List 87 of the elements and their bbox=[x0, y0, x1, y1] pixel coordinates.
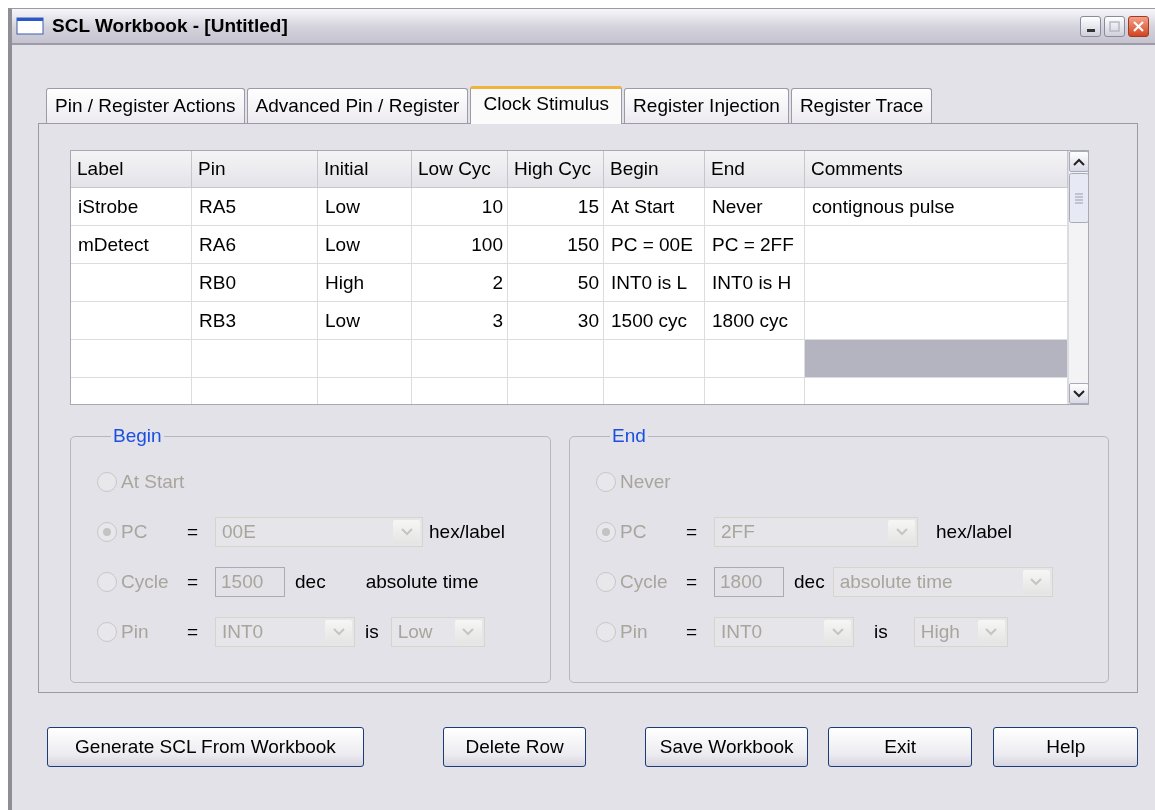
column-header[interactable]: Low Cyc bbox=[412, 151, 508, 188]
column-header[interactable]: Begin bbox=[604, 151, 705, 188]
unit-text: dec bbox=[295, 571, 326, 593]
option-label: Pin bbox=[620, 621, 649, 643]
table-cell: INT0 is L bbox=[604, 264, 705, 302]
equals-sign: = bbox=[187, 621, 200, 643]
table-cell: mDetect bbox=[71, 226, 192, 264]
table-cell: Low bbox=[318, 188, 412, 226]
chevron-icon bbox=[985, 628, 998, 636]
table-cell: At Start bbox=[604, 188, 705, 226]
action-button[interactable]: Delete Row bbox=[442, 727, 587, 767]
equals-sign: = bbox=[187, 571, 200, 593]
chevron-icon bbox=[1030, 578, 1043, 586]
column-header[interactable]: Comments bbox=[805, 151, 1068, 188]
table-cell: 2 bbox=[412, 264, 508, 302]
column-header[interactable]: High Cyc bbox=[508, 151, 604, 188]
window-title: SCL Workbook - [Untitled] bbox=[52, 15, 289, 37]
table-cell: 10 bbox=[412, 188, 508, 226]
column-header[interactable]: Pin bbox=[192, 151, 318, 188]
table-cell: Never bbox=[705, 188, 805, 226]
table-cell: INT0 is H bbox=[705, 264, 805, 302]
table-cell: 100 bbox=[412, 226, 508, 264]
column-header[interactable]: End bbox=[705, 151, 805, 188]
chevron-up-icon bbox=[1073, 157, 1085, 166]
close-icon bbox=[1133, 20, 1144, 32]
hex-label-text: hex/label bbox=[936, 521, 1013, 543]
table-cell: Low bbox=[318, 226, 412, 264]
option-label: At Start bbox=[121, 471, 185, 493]
is-text: is bbox=[365, 621, 379, 643]
tab[interactable]: Advanced Pin / Register bbox=[246, 88, 469, 123]
action-button[interactable]: Save Workbook bbox=[645, 727, 808, 767]
equals-sign: = bbox=[686, 571, 699, 593]
table-cell: PC = 2FF bbox=[705, 226, 805, 264]
table-cell: High bbox=[318, 264, 412, 302]
mode-text: absolute time bbox=[365, 571, 479, 593]
option-label: PC bbox=[121, 521, 149, 543]
column-header[interactable]: Label bbox=[71, 151, 192, 188]
unit-text: dec bbox=[794, 571, 825, 593]
option-label: Pin bbox=[121, 621, 150, 643]
action-button[interactable]: Generate SCL From Workbook bbox=[47, 727, 364, 767]
tab[interactable]: Pin / Register Actions bbox=[46, 88, 245, 123]
minimize-icon bbox=[1086, 28, 1095, 32]
action-button[interactable]: Exit bbox=[827, 727, 973, 767]
table-cell: RB3 bbox=[192, 302, 318, 340]
tab[interactable]: Register Injection bbox=[624, 88, 789, 123]
table-cell: RB0 bbox=[192, 264, 318, 302]
action-button[interactable]: Help bbox=[993, 727, 1138, 767]
equals-sign: = bbox=[187, 521, 200, 543]
tab[interactable]: Clock Stimulus bbox=[470, 86, 623, 124]
selected-cell[interactable] bbox=[805, 340, 1068, 378]
chevron-icon bbox=[895, 528, 908, 536]
chevron-icon bbox=[831, 628, 844, 636]
option-label: Cycle bbox=[121, 571, 170, 593]
maximize-icon bbox=[1109, 20, 1120, 32]
close-button[interactable] bbox=[1128, 15, 1149, 37]
option-label: Never bbox=[620, 471, 671, 493]
option-label: PC bbox=[620, 521, 648, 543]
table-cell: iStrobe bbox=[71, 188, 192, 226]
scroll-down-button[interactable] bbox=[1069, 383, 1088, 404]
table-cell: 50 bbox=[508, 264, 604, 302]
table-cell: 1500 cyc bbox=[604, 302, 705, 340]
column-header[interactable]: Initial bbox=[318, 151, 412, 188]
table-cell: 3 bbox=[412, 302, 508, 340]
chevron-down-icon bbox=[1073, 389, 1085, 398]
table-cell: Low bbox=[318, 302, 412, 340]
table-cell: RA6 bbox=[192, 226, 318, 264]
scroll-up-button[interactable] bbox=[1069, 151, 1088, 172]
equals-sign: = bbox=[686, 521, 699, 543]
is-text: is bbox=[874, 621, 888, 643]
group-title: Begin bbox=[112, 425, 163, 447]
table-cell: 150 bbox=[508, 226, 604, 264]
option-label: Cycle bbox=[620, 571, 669, 593]
table-cell: 30 bbox=[508, 302, 604, 340]
minimize-button[interactable] bbox=[1080, 15, 1101, 37]
table-cell: RA5 bbox=[192, 188, 318, 226]
equals-sign: = bbox=[686, 621, 699, 643]
group-title: End bbox=[611, 425, 647, 447]
table-cell: 15 bbox=[508, 188, 604, 226]
chevron-icon bbox=[462, 628, 475, 636]
chevron-icon bbox=[332, 628, 345, 636]
window-icon bbox=[16, 17, 44, 35]
table-cell: PC = 00E bbox=[604, 226, 705, 264]
table-cell: 1800 cyc bbox=[705, 302, 805, 340]
tab[interactable]: Register Trace bbox=[790, 88, 933, 123]
scrollbar-thumb[interactable] bbox=[1069, 173, 1088, 223]
chevron-icon bbox=[400, 528, 413, 536]
hex-label-text: hex/label bbox=[429, 521, 506, 543]
